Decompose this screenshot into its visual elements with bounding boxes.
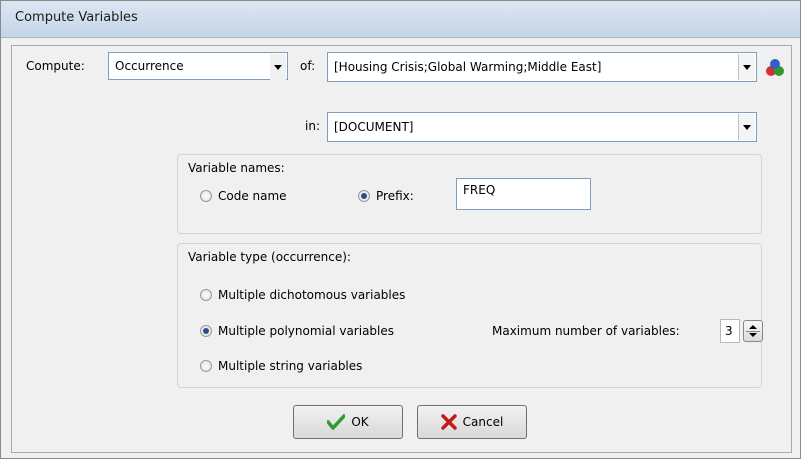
chevron-down-icon[interactable] xyxy=(738,54,755,80)
option-label: Multiple dichotomous variables xyxy=(218,288,406,302)
cancel-button-label: Cancel xyxy=(462,415,504,429)
max-variables-label: Maximum number of variables: xyxy=(492,324,680,338)
option-label: Multiple string variables xyxy=(218,359,363,373)
code-name-radio[interactable]: Code name xyxy=(200,189,287,203)
spinner-icon[interactable] xyxy=(743,320,763,342)
radio-icon xyxy=(200,289,212,301)
variable-type-group: Variable type (occurrence): Multiple dic… xyxy=(177,243,763,388)
compute-select-value: Occurrence xyxy=(115,59,184,73)
max-variables-input[interactable]: 3 xyxy=(720,319,740,343)
in-select-value: [DOCUMENT] xyxy=(334,120,414,134)
radio-selected-icon xyxy=(358,190,370,202)
of-label: of: xyxy=(300,59,316,73)
checkmark-icon xyxy=(327,414,346,430)
in-select[interactable]: [DOCUMENT] xyxy=(327,112,757,142)
colored-balls-icon[interactable] xyxy=(764,58,786,78)
radio-icon xyxy=(200,360,212,372)
of-select-value: [Housing Crisis;Global Warming;Middle Ea… xyxy=(334,60,602,74)
cancel-button[interactable]: Cancel xyxy=(417,405,527,439)
compute-variables-dialog: Compute Variables Compute: Occurrence of… xyxy=(0,0,801,459)
in-label: in: xyxy=(305,119,320,133)
chevron-down-icon[interactable] xyxy=(738,114,755,140)
max-variables-value: 3 xyxy=(725,324,733,338)
option-dichotomous-radio[interactable]: Multiple dichotomous variables xyxy=(200,288,405,302)
close-icon xyxy=(440,414,457,430)
radio-selected-icon xyxy=(200,325,212,337)
prefix-radio[interactable]: Prefix: xyxy=(358,189,414,203)
dialog-body: Compute: Occurrence of: [Housing Crisis;… xyxy=(11,45,792,453)
compute-select[interactable]: Occurrence xyxy=(108,52,288,80)
variable-names-legend: Variable names: xyxy=(186,161,287,175)
option-label: Multiple polynomial variables xyxy=(218,324,395,338)
option-string-radio[interactable]: Multiple string variables xyxy=(200,359,362,373)
ok-button[interactable]: OK xyxy=(293,405,403,439)
variable-type-legend: Variable type (occurrence): xyxy=(186,250,353,264)
prefix-label: Prefix: xyxy=(376,189,414,203)
code-name-label: Code name xyxy=(218,189,287,203)
prefix-input[interactable]: FREQ xyxy=(456,178,591,210)
prefix-input-value: FREQ xyxy=(463,183,496,197)
chevron-down-icon[interactable] xyxy=(270,54,286,80)
radio-icon xyxy=(200,190,212,202)
of-select[interactable]: [Housing Crisis;Global Warming;Middle Ea… xyxy=(327,52,757,82)
variable-names-group: Variable names: Code name Prefix: FREQ xyxy=(177,154,762,234)
ok-button-label: OK xyxy=(351,415,369,429)
window-title: Compute Variables xyxy=(15,10,138,25)
title-bar: Compute Variables xyxy=(1,1,800,38)
option-polynomial-radio[interactable]: Multiple polynomial variables xyxy=(200,324,394,338)
compute-label: Compute: xyxy=(26,59,85,73)
